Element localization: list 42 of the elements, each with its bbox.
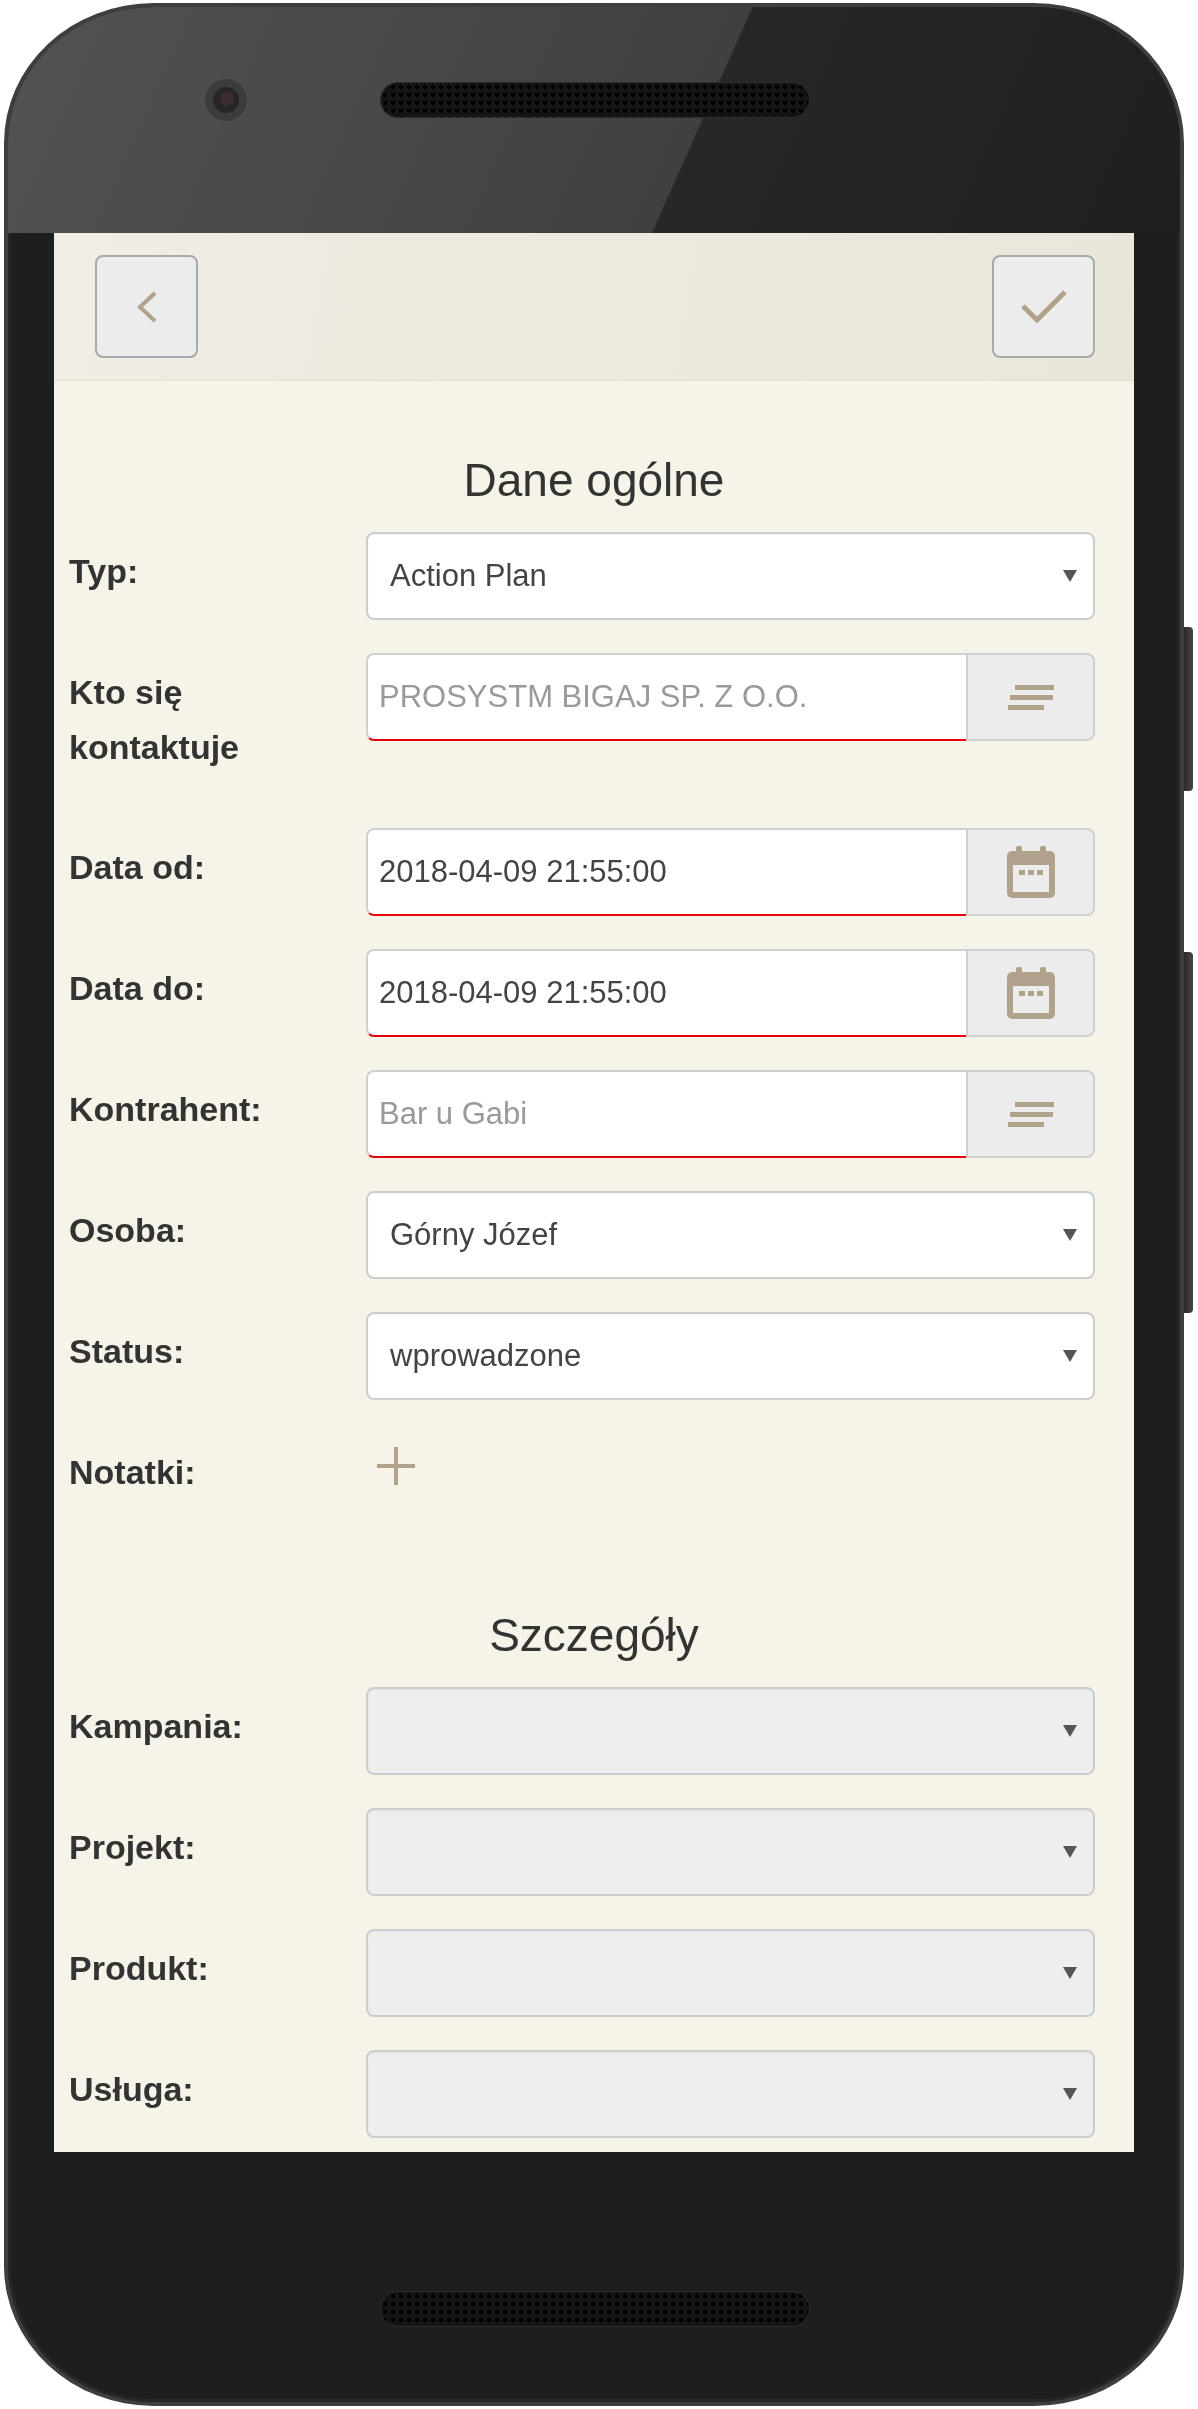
plus-icon[interactable] — [377, 1447, 415, 1485]
lines-icon — [1007, 1101, 1054, 1127]
text-field[interactable]: 2018-04-09 21:55:00 — [366, 949, 966, 1037]
calendar-icon — [1006, 846, 1055, 898]
field-label: Kto się kontaktuje — [69, 672, 241, 768]
field-label: Data od: — [69, 847, 206, 888]
caret-down-icon — [1063, 1725, 1077, 1737]
text-field[interactable]: 2018-04-09 21:55:00 — [366, 828, 966, 916]
check-icon — [1019, 288, 1068, 325]
field-label: Usługa: — [69, 2069, 195, 2110]
field-label: Data do: — [69, 968, 206, 1009]
text-field[interactable]: PROSYSTM BIGAJ SP. Z O.O. — [366, 653, 966, 741]
save-button[interactable] — [992, 255, 1095, 358]
field-label: Status: — [69, 1331, 186, 1372]
field-label: Kontrahent: — [69, 1089, 263, 1130]
select-field[interactable]: wprowadzone — [366, 1312, 1095, 1400]
caret-down-icon — [1063, 2088, 1077, 2100]
calendar-icon — [1006, 967, 1055, 1019]
lines-icon — [1007, 684, 1054, 710]
calendar-button[interactable] — [966, 828, 1095, 916]
caret-down-icon — [1063, 1350, 1077, 1362]
field-label: Produkt: — [69, 1948, 210, 1989]
field-label: Notatki: — [69, 1452, 197, 1493]
section-title: Szczegóły — [488, 1608, 700, 1663]
field-label: Typ: — [69, 551, 140, 592]
caret-down-icon — [1063, 1967, 1077, 1979]
calendar-button[interactable] — [966, 949, 1095, 1037]
section-title: Dane ogólne — [462, 453, 726, 508]
back-button[interactable] — [95, 255, 198, 358]
field-label: Osoba: — [69, 1210, 188, 1251]
caret-down-icon — [1063, 1846, 1077, 1858]
select-field[interactable]: Action Plan — [366, 532, 1095, 620]
lookup-button[interactable] — [966, 1070, 1095, 1158]
field-label: Kampania: — [69, 1706, 244, 1747]
caret-down-icon — [1063, 570, 1077, 582]
caret-down-icon — [1063, 1229, 1077, 1241]
camera-icon — [203, 77, 249, 123]
lookup-button[interactable] — [966, 653, 1095, 741]
select-field[interactable]: Górny Józef — [366, 1191, 1095, 1279]
chevron-left-icon — [135, 290, 158, 323]
field-label: Projekt: — [69, 1827, 197, 1868]
text-field[interactable]: Bar u Gabi — [366, 1070, 966, 1158]
